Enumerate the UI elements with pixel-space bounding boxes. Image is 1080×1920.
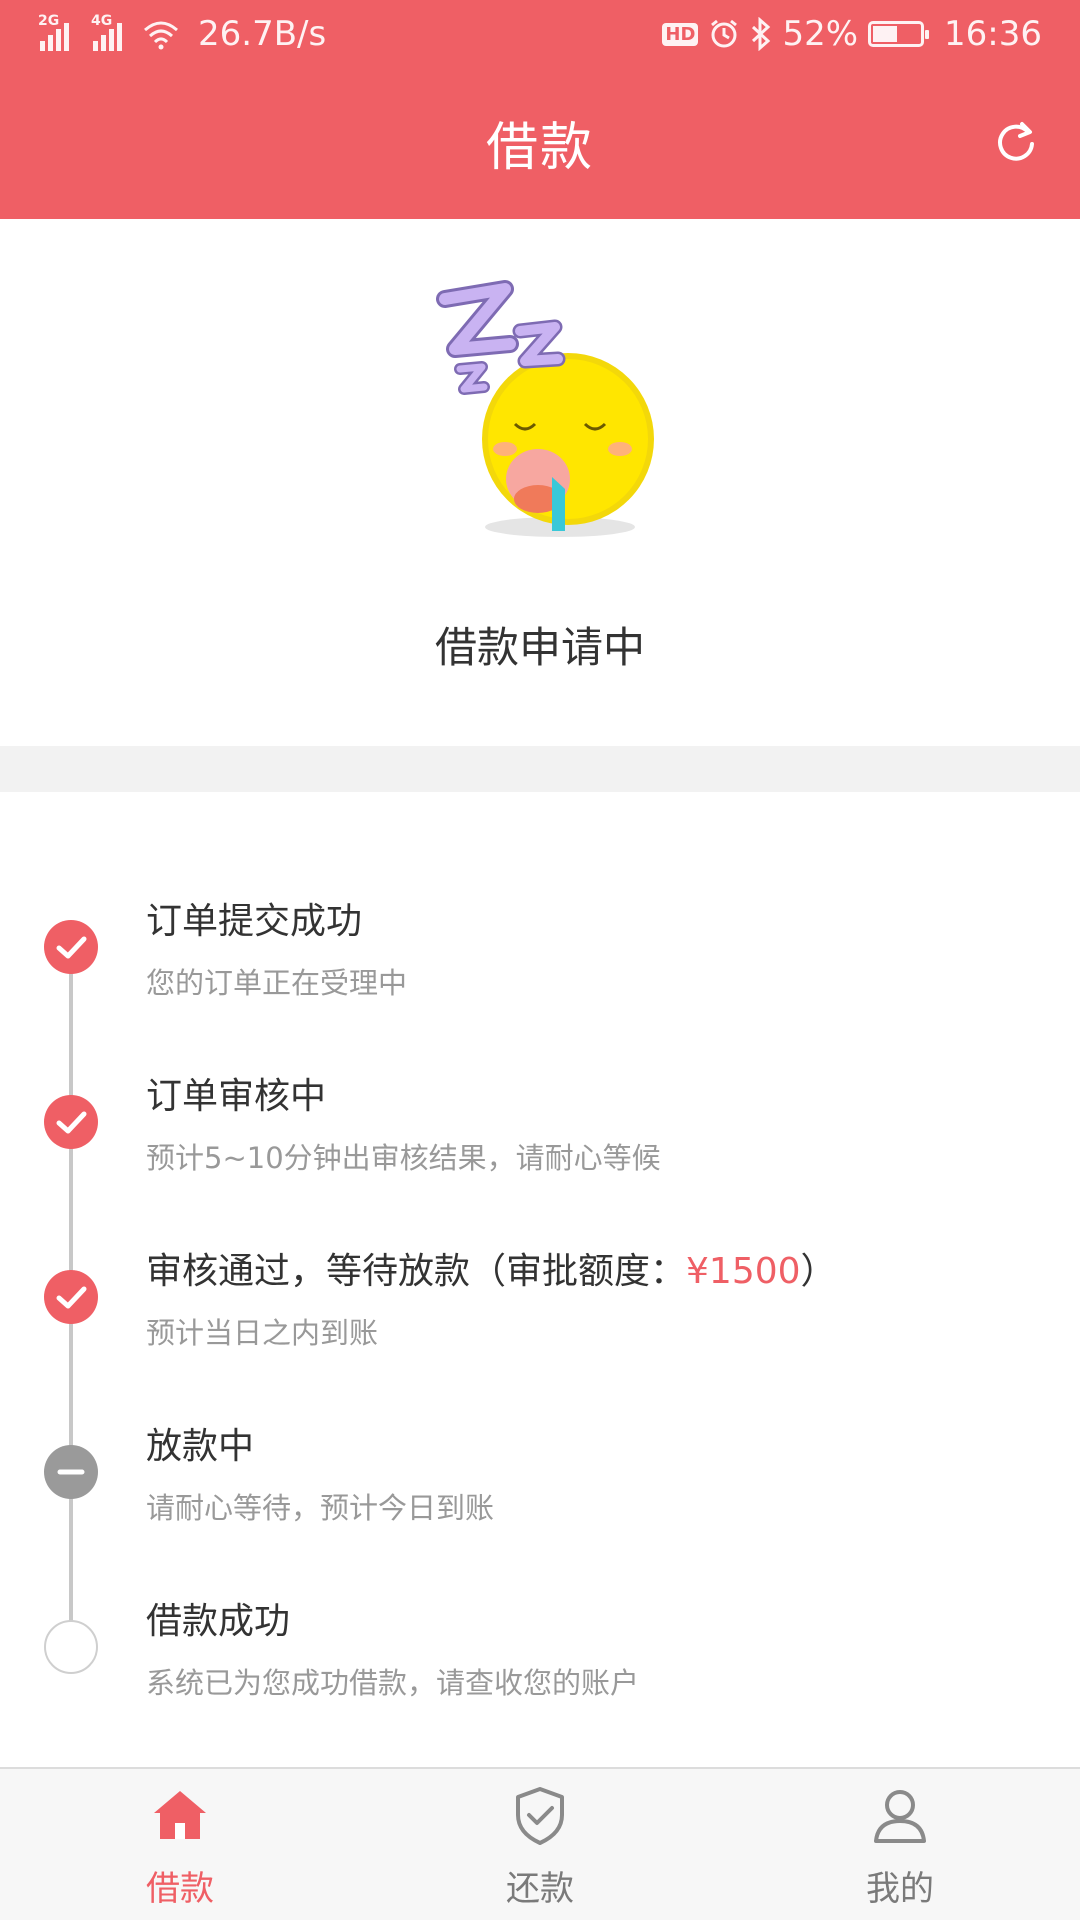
battery-icon xyxy=(868,21,930,47)
tab-label: 还款 xyxy=(506,1869,574,1909)
home-icon xyxy=(154,1791,206,1839)
signal-2g-icon: 2G xyxy=(38,13,69,51)
tab-mine[interactable]: 我的 xyxy=(720,1769,1080,1920)
wifi-icon xyxy=(144,21,178,50)
bluetooth-icon xyxy=(752,17,771,51)
tab-label: 我的 xyxy=(866,1869,934,1909)
alarm-icon xyxy=(711,19,738,48)
header: 2G 4G 26.7B/s HD 52% 16:36 借款 xyxy=(0,0,1080,219)
network-speed: 26.7B/s xyxy=(198,14,327,54)
page-title: 借款 xyxy=(485,118,594,178)
step-description: 预计当日之内到账 xyxy=(146,1316,379,1350)
step-description: 您的订单正在受理中 xyxy=(146,966,408,1000)
step-title-suffix: ） xyxy=(800,1251,837,1292)
step-done-icon xyxy=(44,920,98,974)
status-bar-right: HD 52% 16:36 xyxy=(662,14,1042,54)
step-description: 请耐心等待，预计今日到账 xyxy=(146,1491,495,1525)
section-divider xyxy=(0,746,1080,792)
step-done-icon xyxy=(44,1095,98,1149)
status-bar: 2G 4G 26.7B/s HD 52% 16:36 xyxy=(0,0,1080,75)
timeline-step: 订单提交成功 您的订单正在受理中 xyxy=(0,892,1080,1042)
step-title: 借款成功 xyxy=(146,1601,291,1642)
timeline-step: 放款中 请耐心等待，预计今日到账 xyxy=(0,1417,1080,1567)
loan-status-hero: 借款申请中 xyxy=(0,219,1080,746)
timeline-step: 审核通过，等待放款（审批额度：¥1500） 预计当日之内到账 xyxy=(0,1242,1080,1392)
timeline-step: 订单审核中 预计5~10分钟出审核结果，请耐心等候 xyxy=(0,1067,1080,1217)
step-in-progress-icon xyxy=(44,1445,98,1499)
signal-4g-icon: 4G xyxy=(91,13,122,51)
step-title: 放款中 xyxy=(146,1426,255,1467)
clock: 16:36 xyxy=(944,14,1042,54)
battery-percent: 52% xyxy=(782,14,859,54)
loan-status-text: 借款申请中 xyxy=(434,623,645,672)
step-pending-icon xyxy=(44,1620,98,1674)
sleeping-emoji-icon xyxy=(436,280,654,537)
tab-label: 借款 xyxy=(146,1869,214,1909)
user-icon xyxy=(874,1790,926,1843)
step-title: 订单审核中 xyxy=(146,1076,327,1117)
step-title-text: 审核通过，等待放款（审批额度： xyxy=(146,1251,687,1292)
bottom-tab-bar: 借款 还款 我的 xyxy=(0,1767,1080,1920)
shield-check-icon xyxy=(516,1787,564,1845)
loan-page: 2G 4G 26.7B/s HD 52% 16:36 借款 借款申请中 订单提交… xyxy=(0,0,1080,1920)
step-title: 订单提交成功 xyxy=(146,901,363,942)
step-title: 审核通过，等待放款（审批额度：¥1500） xyxy=(146,1242,837,1294)
tab-repay[interactable]: 还款 xyxy=(360,1769,720,1920)
tab-loan[interactable]: 借款 xyxy=(0,1769,360,1920)
step-description: 预计5~10分钟出审核结果，请耐心等候 xyxy=(146,1141,661,1175)
progress-timeline: 订单提交成功 您的订单正在受理中 订单审核中 预计5~10分钟出审核结果，请耐心… xyxy=(0,792,1080,1767)
status-bar-left: 2G 4G 26.7B/s xyxy=(38,13,327,54)
refresh-icon[interactable] xyxy=(992,118,1040,166)
timeline-step: 借款成功 系统已为您成功借款，请查收您的账户 xyxy=(0,1592,1080,1742)
hd-badge: HD xyxy=(662,22,699,46)
approved-amount: ¥1500 xyxy=(686,1251,801,1292)
step-done-icon xyxy=(44,1270,98,1324)
step-description: 系统已为您成功借款，请查收您的账户 xyxy=(146,1666,640,1700)
